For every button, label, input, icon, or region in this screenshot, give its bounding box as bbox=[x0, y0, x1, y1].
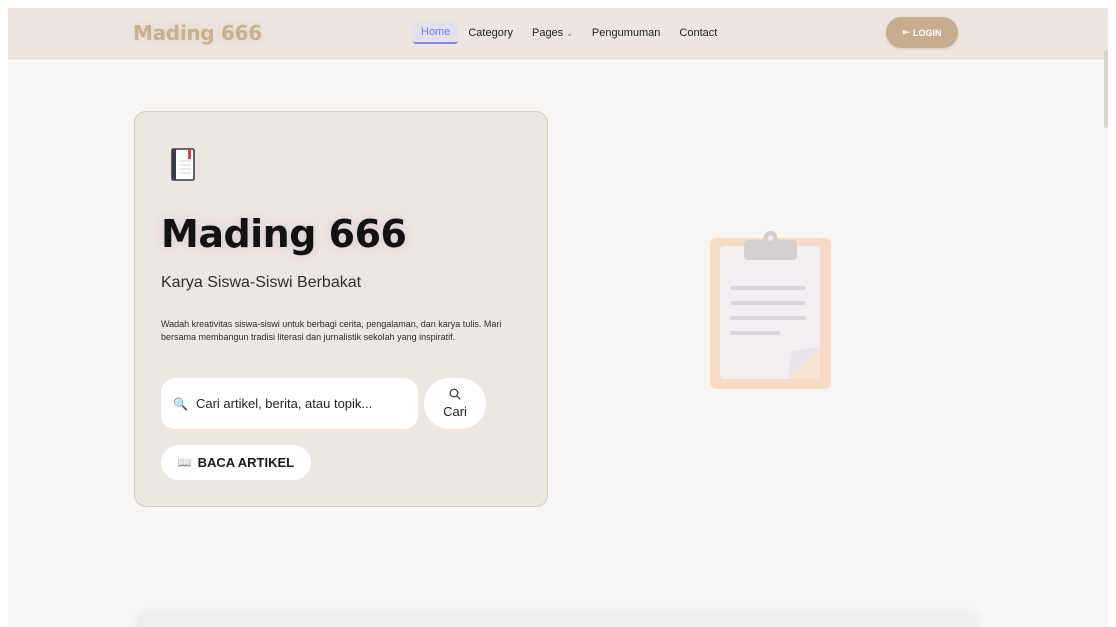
main-nav: Home Category Pages ⌄ Pengumuman Contact bbox=[413, 22, 717, 44]
read-articles-label: BACA ARTIKEL bbox=[197, 455, 295, 470]
hero-subtitle: Karya Siswa-Siswi Berbakat bbox=[161, 274, 362, 291]
search-icon: 🔍 bbox=[173, 396, 188, 411]
brand-logo[interactable]: Mading 666 bbox=[133, 21, 262, 45]
magnifier-icon bbox=[449, 388, 461, 400]
search-button-label: Cari bbox=[443, 404, 467, 419]
nav-home[interactable]: Home bbox=[413, 22, 459, 44]
hero-title: Mading 666 bbox=[161, 212, 407, 256]
hero-card: Mading 666 Karya Siswa-Siswi Berbakat Wa… bbox=[134, 111, 548, 507]
open-book-icon: 📖 bbox=[177, 457, 192, 469]
search-button[interactable]: Cari bbox=[424, 378, 486, 429]
scrollbar-thumb[interactable] bbox=[1104, 50, 1108, 128]
nav-pages-label: Pages bbox=[531, 27, 564, 39]
page: Mading 666 Home Category Pages ⌄ Pengumum… bbox=[8, 8, 1108, 627]
notebook-icon bbox=[171, 148, 195, 181]
search-box: 🔍 bbox=[161, 378, 418, 429]
nav-pages[interactable]: Pages ⌄ bbox=[532, 27, 573, 39]
nav-contact[interactable]: Contact bbox=[679, 27, 717, 39]
next-section-edge bbox=[138, 618, 978, 627]
chevron-down-icon: ⌄ bbox=[566, 29, 573, 38]
navbar: Mading 666 Home Category Pages ⌄ Pengumum… bbox=[8, 8, 1108, 59]
nav-category[interactable]: Category bbox=[468, 27, 513, 39]
login-label: LOGIN bbox=[913, 27, 942, 38]
login-button[interactable]: ⇤ LOGIN bbox=[886, 17, 958, 48]
search-input[interactable] bbox=[193, 395, 408, 412]
scrollbar[interactable] bbox=[1102, 8, 1108, 627]
read-articles-button[interactable]: 📖 BACA ARTIKEL bbox=[161, 445, 311, 480]
nav-pengumuman[interactable]: Pengumuman bbox=[592, 27, 661, 39]
hero-description: Wadah kreativitas siswa-siswi untuk berb… bbox=[161, 319, 502, 342]
clipboard-icon bbox=[710, 231, 831, 389]
login-icon: ⇤ bbox=[902, 27, 911, 37]
